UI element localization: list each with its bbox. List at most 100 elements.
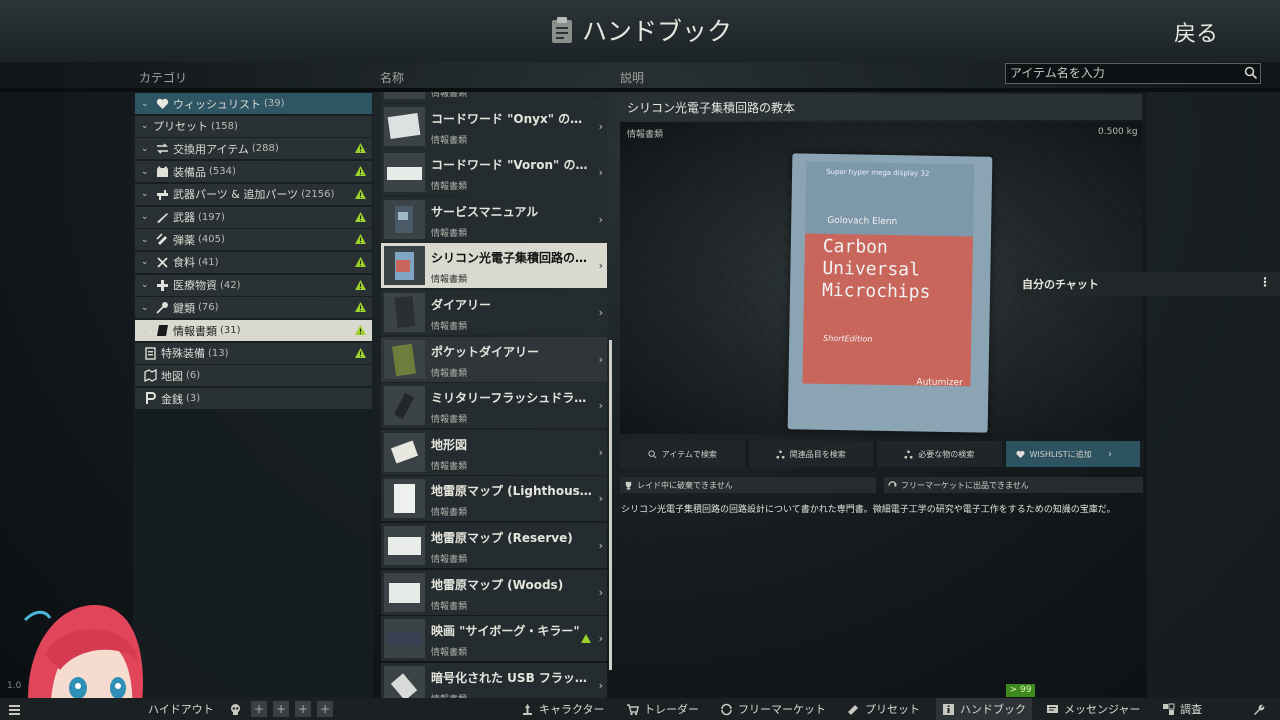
chevron-right-icon: › (598, 632, 603, 646)
chevron-right-icon: › (598, 399, 603, 413)
search-by-item-button[interactable]: アイテムで検索 (620, 441, 749, 467)
item-name: 地雷原マップ (Woods) (431, 577, 564, 592)
item-row[interactable]: 地雷原マップ (Reserve) 情報書類 › (381, 523, 607, 568)
search-related-button[interactable]: 関連品目を検索 (749, 441, 877, 467)
category-label: 武器パーツ & 追加パーツ (173, 188, 299, 202)
chevron-down-icon: ⌄ (141, 325, 149, 336)
flea-market-flag: フリーマーケットに出品できません (884, 477, 1143, 493)
item-name: ポケットダイアリー (431, 344, 540, 359)
item-thumbnail (384, 199, 425, 239)
character-button[interactable]: キャラクター (521, 698, 605, 720)
chevron-right-icon: › (598, 539, 603, 552)
item-row[interactable]: 地雷原マップ (Woods) 情報書類 › (381, 569, 607, 615)
ammo-icon (155, 233, 169, 247)
flag-label: フリーマーケットに出品できません (901, 480, 1029, 490)
settings-button[interactable] (1252, 698, 1265, 720)
category-item[interactable]: ⌄ 装備品 (534) (135, 161, 372, 183)
category-item[interactable]: 金銭 (3) (135, 388, 372, 410)
category-item[interactable]: 特殊装備 (13) (135, 342, 372, 364)
category-item[interactable]: ⌄ 食料 (41) (135, 251, 372, 273)
chevron-right-icon: › (598, 212, 603, 226)
add-to-wishlist-button[interactable]: WISHLISTに追加 › (1005, 441, 1144, 467)
traders-button[interactable]: トレーダー (626, 698, 699, 720)
message-icon (1047, 704, 1058, 713)
item-row[interactable]: ポケットダイアリー 情報書類 › (381, 336, 607, 382)
category-count: (405) (198, 234, 225, 246)
action-label: アイテムで検索 (661, 449, 717, 459)
document-icon (155, 324, 169, 338)
add-slot-button[interactable]: + (273, 701, 289, 717)
item-row[interactable]: 映画 "サイボーグ・キラー" 情報書類 › (381, 616, 607, 662)
back-button[interactable]: 戻る (1174, 16, 1218, 48)
search-icon[interactable] (1244, 66, 1258, 80)
item-row[interactable]: 地雷原マップ (Lighthouse) 情報書類 › (381, 476, 607, 522)
search-required-button[interactable]: 必要な物の検索 (877, 441, 1006, 467)
category-item[interactable]: ⌄ 情報書類 (31) (135, 320, 372, 341)
warning-icon (355, 143, 366, 154)
page-title-text: ハンドブック (582, 17, 733, 46)
category-count: (158) (211, 120, 238, 132)
handbook-button[interactable]: ハンドブック (936, 698, 1032, 720)
category-item[interactable]: 地図 (6) (135, 365, 372, 387)
item-name: 地雷原マップ (Reserve) (431, 531, 573, 545)
category-label: プリセット (153, 120, 208, 134)
hideout-button[interactable]: ハイドアウト (148, 698, 214, 720)
item-row[interactable]: シリコン光電子集積回路の教本 情報書類 › (381, 243, 607, 289)
item-actions: アイテムで検索 関連品目を検索 必要な物の検索 WISHLISTに追加 › (620, 441, 1144, 467)
category-count: (31) (220, 325, 241, 336)
category-item[interactable]: ⌄ 医療物資 (42) (135, 274, 372, 296)
category-item[interactable]: ⌄ 弾薬 (405) (135, 229, 372, 251)
more-menu-icon[interactable]: ⋮ (1259, 275, 1271, 289)
add-slot-button[interactable]: + (295, 701, 311, 717)
item-list-scrollbar[interactable] (609, 340, 612, 670)
item-thumbnail (384, 246, 425, 286)
flea-market-button[interactable]: フリーマーケット (720, 698, 826, 720)
item-category: 情報書類 (431, 555, 468, 565)
chevron-right-icon: › (598, 259, 603, 273)
book-image: Super hyper mega display 32 Golovach Ele… (787, 153, 993, 433)
preset-icon (848, 704, 858, 715)
item-row[interactable]: 情報書類› (381, 92, 607, 102)
category-count: (3) (186, 393, 201, 405)
menu-icon[interactable] (8, 698, 21, 720)
item-thumbnail (384, 386, 425, 426)
chevron-right-icon: › (598, 445, 603, 459)
wrench-icon (1254, 704, 1265, 715)
category-item[interactable]: ⌄ 交換用アイテム (288) (135, 138, 372, 160)
item-description: シリコン光電子集積回路の回路設計について書かれた専門書。微細電子工学の研究や電子… (621, 505, 1116, 515)
category-item[interactable]: ⌄ ウィッシュリスト (39) (135, 93, 372, 114)
category-count: (6) (186, 370, 201, 382)
item-name: ミリタリーフラッシュドライブ (431, 391, 593, 406)
item-row[interactable]: 地形図 情報書類 › (381, 429, 607, 475)
weapon-parts-icon (155, 187, 169, 201)
messenger-label: メッセンジャー (1064, 703, 1141, 716)
search-input[interactable]: アイテム名を入力 (1005, 63, 1261, 84)
item-row[interactable]: サービスマニュアル 情報書類 › (381, 196, 607, 242)
category-item[interactable]: ⌄ プリセット (158) (135, 115, 372, 137)
category-column-header: カテゴリ (139, 71, 188, 85)
item-row[interactable]: ミリタリーフラッシュドライブ 情報書類 › (381, 383, 607, 429)
survey-button[interactable]: 調査 (1162, 698, 1202, 720)
chevron-right-icon: › (1108, 448, 1112, 460)
barter-icon (155, 142, 169, 156)
presets-button[interactable]: プリセット (847, 698, 920, 720)
warning-icon (355, 234, 366, 245)
chat-panel-header[interactable]: 自分のチャット ⋮ (1017, 272, 1280, 296)
item-row[interactable]: ダイアリー 情報書類 › (381, 290, 607, 335)
item-row[interactable]: コードワード "Voron" のメモ 情報書類 › (381, 150, 607, 196)
category-item[interactable]: ⌄ 武器 (197) (135, 206, 372, 228)
messenger-button[interactable]: メッセンジャー (1046, 698, 1140, 720)
category-item[interactable]: ⌄ 鍵類 (76) (135, 297, 372, 319)
notification-badge: > 99 (1006, 684, 1035, 697)
add-slot-button[interactable]: + (251, 701, 267, 717)
trophy-icon (625, 481, 632, 490)
item-category: 情報書類 (431, 92, 468, 99)
add-slot-button[interactable]: + (317, 701, 333, 717)
item-category: 情報書類 (627, 130, 664, 140)
warning-icon (355, 325, 366, 335)
item-row[interactable]: コードワード "Onyx" のメモ 情報書類 › (381, 103, 607, 149)
item-row[interactable]: 暗号化された USB フラッシュドライブ情報書類› (381, 662, 607, 698)
character-icon-button[interactable] (229, 698, 242, 720)
category-item[interactable]: ⌄ 武器パーツ & 追加パーツ (2156) (135, 183, 372, 205)
category-label: 交換用アイテム (173, 142, 249, 156)
